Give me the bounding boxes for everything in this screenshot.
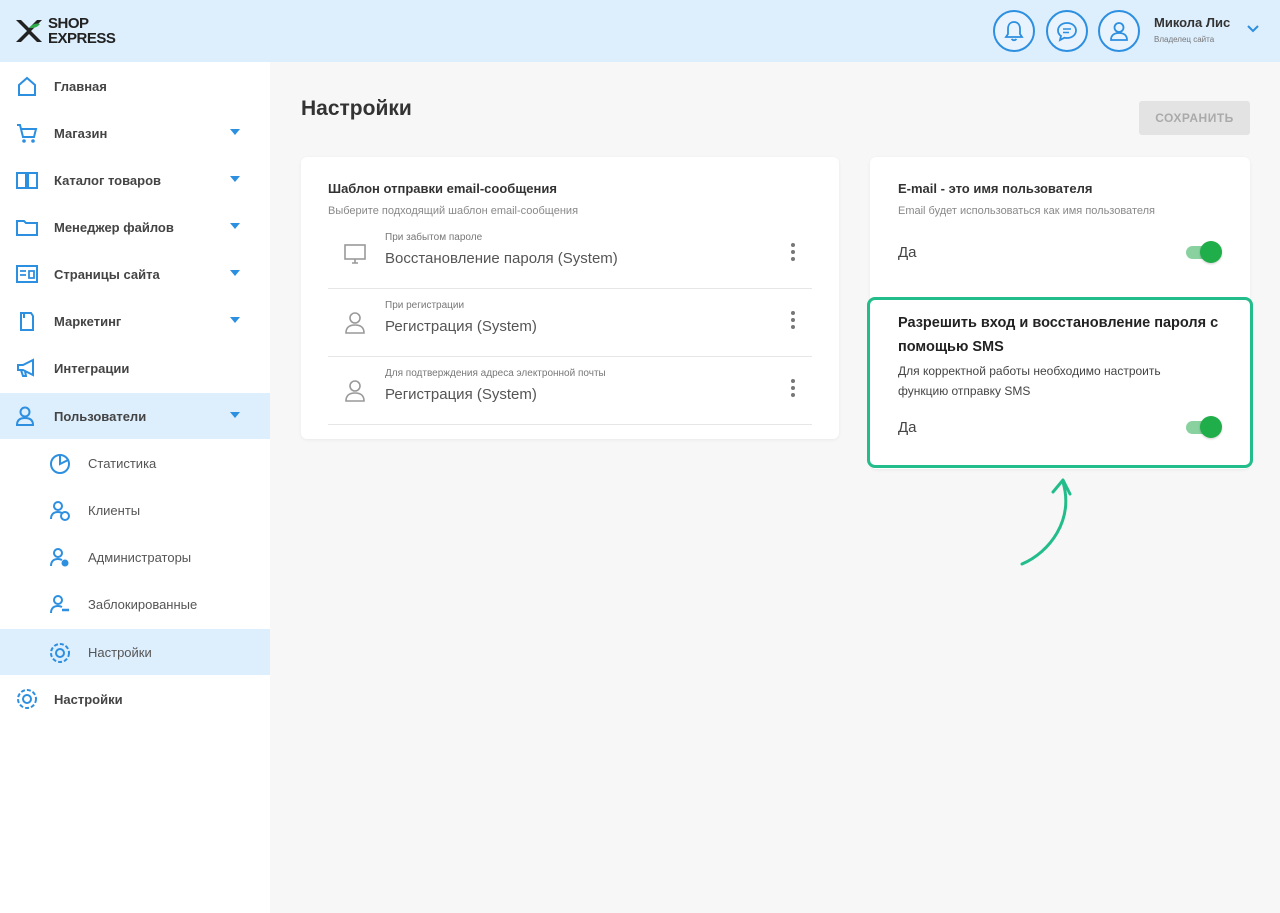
- email-template-card: Шаблон отправки email-сообщения Выберите…: [301, 157, 839, 439]
- page-title: Настройки: [301, 97, 412, 120]
- username-toggle[interactable]: [1186, 241, 1222, 263]
- username-toggle-label: Да: [898, 244, 917, 261]
- shop-express-logo[interactable]: SHOP EXPRESS: [14, 14, 124, 50]
- monitor-icon: [344, 244, 366, 264]
- user-info[interactable]: Микола Лис Владелец сайта: [1154, 15, 1254, 44]
- template-label: При регистрации: [385, 300, 465, 311]
- sidebar-subitem-clients[interactable]: Клиенты: [0, 487, 270, 533]
- logo-mark-icon: [16, 20, 42, 42]
- sidebar-item-file-manager[interactable]: Менеджер файлов: [0, 204, 270, 250]
- template-row[interactable]: При регистрации Регистрация (System): [328, 289, 812, 357]
- sidebar-item-pages[interactable]: Страницы сайта: [0, 251, 270, 297]
- more-vert-icon[interactable]: [783, 309, 803, 331]
- sidebar-subitem-label: Настройки: [88, 645, 152, 660]
- more-vert-icon[interactable]: [783, 241, 803, 263]
- logo-text-express: EXPRESS: [48, 30, 116, 47]
- gear-icon: [50, 643, 70, 663]
- sidebar-item-label: Каталог товаров: [54, 173, 162, 188]
- sidebar-item-label: Пользователи: [54, 409, 147, 424]
- sidebar-item-label: Маркетинг: [54, 314, 122, 329]
- pages-icon: [16, 265, 38, 283]
- sidebar-item-shop[interactable]: Магазин: [0, 110, 270, 156]
- bell-icon: [1004, 21, 1024, 42]
- sidebar-item-label: Менеджер файлов: [54, 220, 174, 235]
- sidebar-item-settings[interactable]: Настройки: [0, 676, 270, 722]
- sidebar-subitem-statistics[interactable]: Статистика: [0, 440, 270, 486]
- users-icon: [15, 406, 35, 426]
- caret-down-icon: [230, 412, 240, 418]
- sidebar-item-marketing[interactable]: Маркетинг: [0, 298, 270, 344]
- save-button[interactable]: СОХРАНИТЬ: [1139, 101, 1250, 135]
- sidebar: Главная Магазин Каталог товаров Менеджер…: [0, 62, 270, 913]
- user-name: Микола Лис: [1154, 15, 1231, 30]
- caret-down-icon: [230, 317, 240, 323]
- logo-text-shop: SHOP: [48, 15, 89, 32]
- messages-button[interactable]: [1046, 10, 1088, 52]
- person-icon: [345, 380, 365, 402]
- card-subtitle: Выберите подходящий шаблон email-сообщен…: [328, 205, 579, 217]
- username-setting-subtitle: Email будет использоваться как имя польз…: [898, 205, 1155, 217]
- template-value: Регистрация (System): [385, 386, 537, 403]
- toggle-knob: [1200, 241, 1222, 263]
- folder-icon: [16, 220, 38, 236]
- sidebar-item-label: Интеграции: [54, 361, 130, 376]
- template-row[interactable]: При забытом пароле Восстановление пароля…: [328, 221, 812, 289]
- more-vert-icon[interactable]: [783, 377, 803, 399]
- sidebar-item-users[interactable]: Пользователи: [0, 393, 270, 439]
- sms-setting-description: Для корректной работы необходимо настрои…: [898, 364, 1161, 398]
- sms-toggle[interactable]: [1186, 416, 1222, 438]
- megaphone-icon: [17, 358, 34, 377]
- chart-icon: [50, 454, 70, 474]
- template-label: При забытом пароле: [385, 232, 483, 243]
- caret-down-icon: [230, 223, 240, 229]
- profile-button[interactable]: [1098, 10, 1140, 52]
- username-setting-title: E-mail - это имя пользователя: [898, 181, 1093, 196]
- top-header: SHOP EXPRESS Микола Лис Владелец сайта: [0, 0, 1280, 62]
- template-label: Для подтверждения адреса электронной поч…: [385, 368, 606, 379]
- blocked-icon: [50, 595, 69, 614]
- sms-toggle-label: Да: [898, 419, 917, 436]
- admins-icon: [50, 548, 69, 567]
- toggle-knob: [1200, 416, 1222, 438]
- catalog-icon: [16, 172, 38, 189]
- template-row[interactable]: Для подтверждения адреса электронной поч…: [328, 357, 812, 425]
- sidebar-subitem-admins[interactable]: Администраторы: [0, 534, 270, 580]
- sidebar-item-label: Главная: [54, 79, 107, 94]
- clients-icon: [50, 501, 70, 521]
- sidebar-subitem-label: Клиенты: [88, 503, 141, 518]
- sidebar-subitem-label: Статистика: [88, 456, 157, 471]
- sidebar-item-label: Настройки: [54, 692, 123, 707]
- sidebar-subitem-settings[interactable]: Настройки: [0, 629, 270, 675]
- sms-setting-highlight: Разрешить вход и восстановление пароля с…: [867, 297, 1253, 468]
- sidebar-item-integrations[interactable]: Интеграции: [0, 345, 270, 391]
- sidebar-item-home[interactable]: Главная: [0, 63, 270, 109]
- sidebar-subitem-label: Заблокированные: [88, 597, 198, 612]
- notifications-button[interactable]: [993, 10, 1035, 52]
- template-value: Восстановление пароля (System): [385, 250, 618, 267]
- template-value: Регистрация (System): [385, 318, 537, 335]
- user-icon: [1110, 22, 1128, 41]
- annotation-arrow-icon: [1020, 478, 1072, 566]
- marketing-icon: [20, 312, 34, 331]
- card-title: Шаблон отправки email-сообщения: [328, 181, 557, 196]
- chat-icon: [1057, 22, 1077, 42]
- sms-setting-title: Разрешить вход и восстановление пароля с…: [898, 315, 1219, 355]
- sidebar-item-label: Магазин: [54, 126, 108, 141]
- sidebar-subitem-label: Администраторы: [88, 550, 192, 565]
- sidebar-item-catalog[interactable]: Каталог товаров: [0, 157, 270, 203]
- caret-down-icon: [230, 270, 240, 276]
- home-icon: [18, 76, 36, 96]
- caret-down-icon: [230, 176, 240, 182]
- sidebar-item-label: Страницы сайта: [54, 267, 160, 282]
- sidebar-subitem-blocked[interactable]: Заблокированные: [0, 581, 270, 627]
- cart-icon: [17, 124, 38, 143]
- person-icon: [345, 312, 365, 334]
- user-role: Владелец сайта: [1154, 35, 1215, 44]
- caret-down-icon: [230, 129, 240, 135]
- chevron-down-icon[interactable]: [1246, 24, 1260, 34]
- gear-icon: [17, 689, 37, 709]
